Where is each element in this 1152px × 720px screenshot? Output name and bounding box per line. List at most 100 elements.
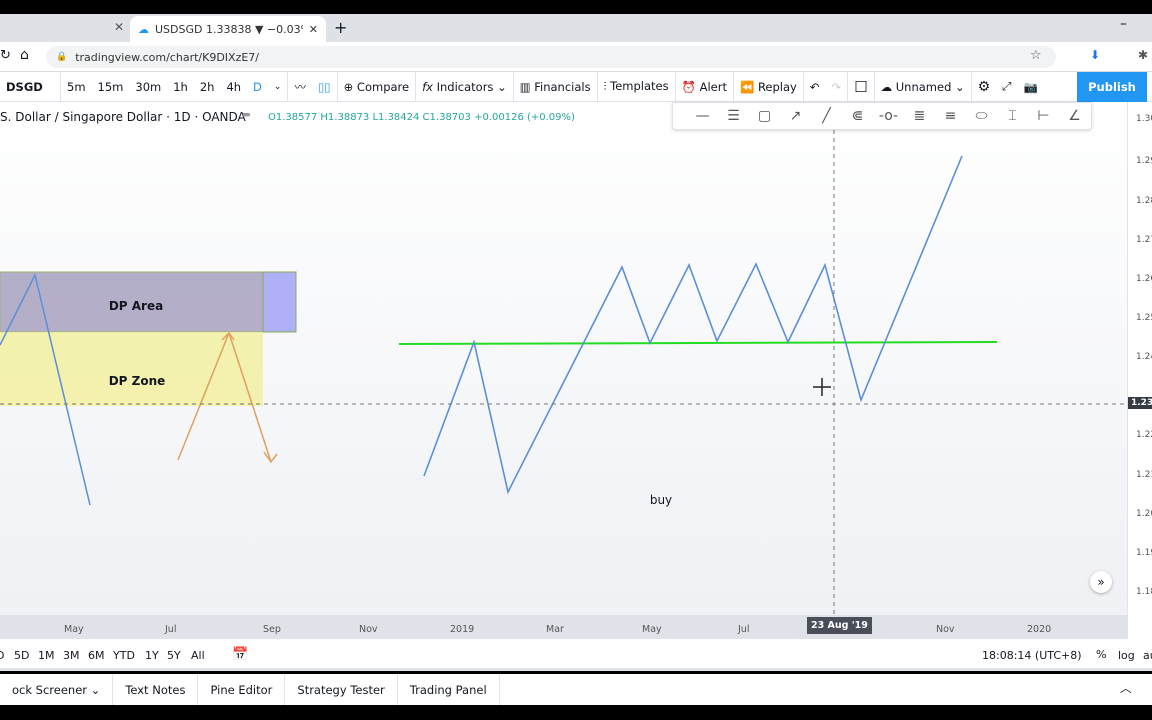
interval-2h[interactable]: 2h xyxy=(194,80,221,94)
price-label: 1.30 xyxy=(1136,114,1152,124)
drawing-toolbar: — ☰ ▢ ↗ ╱ ⋐ -o- ≣ ≡ ⬭ ⌶ ⊢ ∠ xyxy=(672,102,1092,130)
templates-button[interactable]: ⫶ Templates xyxy=(598,79,675,94)
auto-toggle[interactable]: au xyxy=(1143,649,1152,662)
chart-toolbar: DSGD 5m 15m 30m 1h 2h 4h D ⌄ 〰 ▯▯ ⊕ Comp… xyxy=(0,71,1152,102)
reload-icon[interactable]: ↻ xyxy=(0,48,11,63)
collapse-legend-icon[interactable]: ▬ xyxy=(242,110,251,120)
ellipse-icon[interactable]: ⬭ xyxy=(966,108,997,124)
layout-select-icon[interactable]: ☐ xyxy=(848,78,873,96)
support-line[interactable] xyxy=(398,341,998,345)
dp-zone-rectangle[interactable] xyxy=(0,332,263,406)
chart-drawings[interactable]: DP Area DP Zone buy xyxy=(0,102,1127,615)
parallel-channel-icon[interactable]: ☰ xyxy=(718,108,749,124)
new-tab-icon[interactable]: + xyxy=(334,18,347,37)
range-all[interactable]: All xyxy=(191,649,205,662)
percent-toggle[interactable]: % xyxy=(1096,648,1106,661)
price-scale[interactable]: 1.30 1.29 1.28 1.27 1.26 1.25 1.24 1.22 1.21 1.20… xyxy=(1127,102,1152,639)
range-3m[interactable]: 3M xyxy=(63,649,80,662)
bottom-panel-tabs: ock Screener ⌄ Text Notes Pine Editor St… xyxy=(0,674,1152,705)
price-label: 1.25 xyxy=(1136,313,1152,323)
close-tab-icon[interactable]: ✕ xyxy=(309,23,318,36)
tab-stock-screener[interactable]: ock Screener ⌄ xyxy=(0,674,114,705)
url-input[interactable]: 🔒 tradingview.com/chart/K9DIXzE7/ xyxy=(46,46,1056,68)
price-zigzag-line[interactable] xyxy=(423,155,963,495)
time-label: 2020 xyxy=(1027,624,1052,635)
tab-strategy-tester[interactable]: Strategy Tester xyxy=(285,674,398,705)
browser-tab-active[interactable]: ☁ USDSGD 1.33838 ▼ −0.03% Unn ✕ xyxy=(130,16,326,42)
time-label: May xyxy=(64,624,84,635)
price-label: 1.18 xyxy=(1136,587,1152,597)
dp-area-extension[interactable] xyxy=(262,271,297,333)
fib-retracement-icon[interactable]: ≣ xyxy=(904,108,935,124)
interval-15m[interactable]: 15m xyxy=(92,80,130,94)
undo-icon[interactable]: ↶ xyxy=(804,80,826,94)
horizontal-ray-icon[interactable]: -o- xyxy=(873,108,904,124)
tab-pine-editor[interactable]: Pine Editor xyxy=(198,674,286,705)
interval-30m[interactable]: 30m xyxy=(129,80,167,94)
price-range-icon[interactable]: ⊢ xyxy=(1028,108,1059,124)
time-label: Jul xyxy=(738,624,750,635)
close-tab-icon[interactable]: ✕ xyxy=(114,20,124,34)
extensions-icon[interactable]: ✱ xyxy=(1138,48,1148,62)
line-chart-icon[interactable]: 〰 xyxy=(288,79,312,95)
crosshair-price-label: 1.23 xyxy=(1128,397,1152,409)
range-1y[interactable]: 1Y xyxy=(145,649,159,662)
symbol-title: S. Dollar / Singapore Dollar · 1D · OAND… xyxy=(0,110,246,124)
bookmark-star-icon[interactable]: ☆ xyxy=(1030,48,1042,63)
financials-button[interactable]: ▥ Financials xyxy=(514,80,597,94)
orange-arrowhead[interactable] xyxy=(263,451,278,464)
scroll-to-realtime-button[interactable]: » xyxy=(1090,571,1112,593)
symbol-search[interactable]: DSGD xyxy=(0,80,60,94)
lock-icon: 🔒 xyxy=(56,52,68,62)
range-bar: % 18:08:14 (UTC+8) log au 📅 D 5D 1M 3M 6M YTD… xyxy=(0,639,1152,671)
date-range-icon[interactable]: ⌶ xyxy=(997,108,1028,124)
range-6m[interactable]: 6M xyxy=(88,649,105,662)
range-ytd[interactable]: YTD xyxy=(113,649,135,662)
candles-icon[interactable]: ▯▯ xyxy=(312,80,337,94)
time-label: Nov xyxy=(936,624,955,635)
home-icon[interactable]: ⌂ xyxy=(20,47,29,63)
interval-4h[interactable]: 4h xyxy=(220,80,247,94)
interval-1h[interactable]: 1h xyxy=(167,80,194,94)
tab-trading-panel[interactable]: Trading Panel xyxy=(398,674,500,705)
chart-pane[interactable]: DP Area DP Zone buy S. Dollar / Singapore … xyxy=(0,102,1152,639)
trend-line-icon[interactable]: ╱ xyxy=(811,108,842,124)
alert-button[interactable]: ⏰ Alert xyxy=(676,80,733,94)
price-label: 1.26 xyxy=(1136,274,1152,284)
redo-icon[interactable]: ↷ xyxy=(826,80,848,94)
range-5y[interactable]: 5Y xyxy=(167,649,181,662)
crosshair-cursor-icon[interactable] xyxy=(813,378,831,396)
clock[interactable]: 18:08:14 (UTC+8) xyxy=(982,649,1082,662)
range-1m[interactable]: 1M xyxy=(38,649,55,662)
horizontal-line-icon[interactable]: — xyxy=(687,108,718,124)
interval-d[interactable]: D xyxy=(247,80,268,94)
arrow-icon[interactable]: ↗ xyxy=(780,108,811,124)
publish-button[interactable]: Publish xyxy=(1077,72,1147,102)
fullscreen-icon[interactable]: ⤢ xyxy=(996,79,1017,94)
time-label: Nov xyxy=(359,624,378,635)
tab-text-notes[interactable]: Text Notes xyxy=(113,674,199,705)
settings-gear-icon[interactable]: ⚙ xyxy=(972,79,997,95)
fib-extension-icon[interactable]: ≡ xyxy=(935,108,966,124)
goto-date-icon[interactable]: 📅 xyxy=(232,647,248,662)
time-scale[interactable]: May Jul Sep Nov 2019 Mar May Jul Nov 2020 23 Aug '… xyxy=(0,615,1127,639)
cloud-outline-icon: ☁ xyxy=(880,79,893,94)
replay-button[interactable]: ⏪ Replay xyxy=(734,80,803,94)
angle-icon[interactable]: ∠ xyxy=(1059,108,1090,124)
log-toggle[interactable]: log xyxy=(1118,649,1135,662)
indicators-label: Indicators xyxy=(436,79,494,94)
minimize-icon[interactable]: – xyxy=(1120,16,1127,32)
layout-name-button[interactable]: ☁ Unnamed ⌄ xyxy=(875,80,971,94)
range-d[interactable]: D xyxy=(0,649,4,662)
download-icon[interactable]: ⬇ xyxy=(1090,48,1100,62)
camera-icon[interactable]: 📷 xyxy=(1017,80,1043,94)
collapse-panel-icon[interactable]: ︿ xyxy=(1120,680,1132,696)
price-label: 1.27 xyxy=(1136,235,1152,245)
interval-5m[interactable]: 5m xyxy=(61,80,92,94)
compare-button[interactable]: ⊕ Compare xyxy=(338,80,415,94)
indicators-button[interactable]: fx Indicators ⌄ xyxy=(416,80,513,94)
rectangle-icon[interactable]: ▢ xyxy=(749,108,780,124)
range-5d[interactable]: 5D xyxy=(14,649,29,662)
pitchfork-icon[interactable]: ⋐ xyxy=(842,108,873,124)
chevron-down-icon[interactable]: ⌄ xyxy=(268,82,288,92)
